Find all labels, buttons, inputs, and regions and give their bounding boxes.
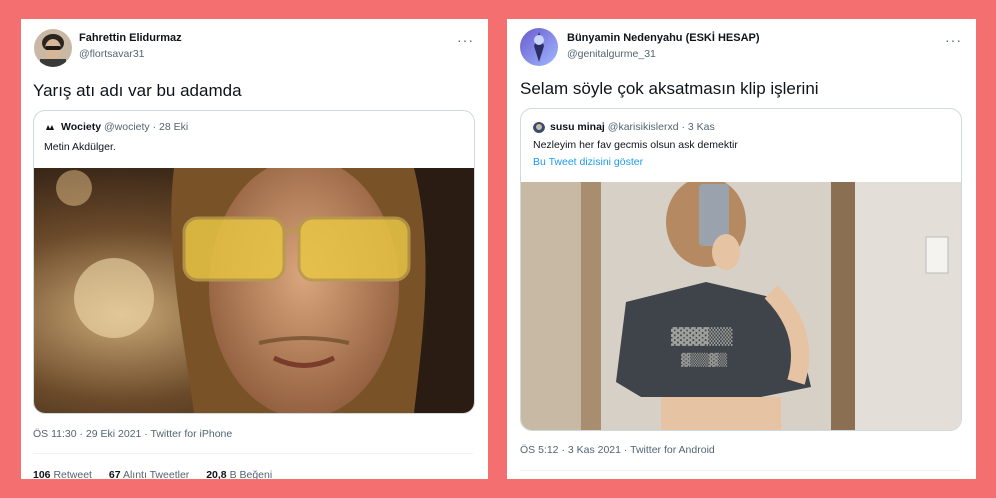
show-thread-link[interactable]: Bu Tweet dizisini göster (533, 156, 643, 168)
tweet-card-left: Fahrettin Elidurmaz @flortsavar31 ··· Ya… (21, 19, 488, 479)
quoted-header: Wociety @wociety · 28 Eki (61, 121, 188, 133)
more-options-icon[interactable]: ··· (457, 33, 474, 47)
engagement-stats: 106 Retweet 67 Alıntı Tweetler 20,8 B Be… (33, 469, 286, 479)
author-avatar[interactable] (34, 29, 72, 67)
author-avatar[interactable] (520, 28, 558, 66)
tweet-timestamp[interactable]: ÖS 11:30 · 29 Eki 2021 · Twitter for iPh… (33, 428, 232, 440)
quoted-media-image[interactable]: ▓▓▓▒▒ ▓▒▒▓▒ (521, 182, 961, 430)
author-handle[interactable]: @genitalgurme_31 (567, 48, 656, 60)
divider (33, 453, 473, 454)
more-options-icon[interactable]: ··· (945, 33, 962, 47)
divider (520, 470, 960, 471)
tweet-text: Yarış atı adı var bu adamda (33, 81, 242, 100)
quote-tweets-count[interactable]: 67 Alıntı Tweetler (109, 469, 189, 479)
likes-count[interactable]: 20,8 B Beğeni (206, 469, 272, 479)
quoted-author-avatar (44, 121, 56, 133)
svg-text:▓▒▒▓▒: ▓▒▒▓▒ (681, 352, 728, 367)
author-name[interactable]: Bünyamin Nedenyahu (ESKİ HESAP) (567, 32, 760, 44)
tweet-card-right: Bünyamin Nedenyahu (ESKİ HESAP) @genital… (507, 19, 976, 479)
quoted-date: 3 Kas (687, 121, 715, 133)
quoted-author-handle: @wociety (104, 121, 150, 133)
quoted-date: 28 Eki (159, 121, 189, 133)
quoted-header: susu minaj @karisikislerxd · 3 Kas (550, 121, 715, 133)
quoted-separator: · (152, 121, 157, 133)
quoted-author-name: Wociety (61, 121, 102, 133)
quoted-tweet[interactable]: susu minaj @karisikislerxd · 3 Kas Nezle… (520, 108, 962, 431)
quoted-text: Metin Akdülger. (44, 141, 116, 153)
author-name[interactable]: Fahrettin Elidurmaz (79, 32, 182, 44)
quoted-media-image[interactable] (34, 168, 474, 413)
retweet-count[interactable]: 106 Retweet (33, 469, 92, 479)
tweet-text: Selam söyle çok aksatmasın klip işlerini (520, 79, 819, 98)
quoted-separator: · (681, 121, 685, 133)
quoted-author-avatar (533, 121, 545, 133)
quoted-author-handle: @karisikislerxd (607, 121, 679, 133)
svg-text:▓▓▓▒▒: ▓▓▓▒▒ (671, 327, 733, 346)
author-handle[interactable]: @flortsavar31 (79, 48, 145, 60)
quoted-text: Nezleyim her fav gecmis olsun ask demekt… (533, 139, 738, 151)
tweet-timestamp[interactable]: ÖS 5:12 · 3 Kas 2021 · Twitter for Andro… (520, 444, 715, 456)
quoted-author-name: susu minaj (550, 121, 605, 133)
quoted-tweet[interactable]: Wociety @wociety · 28 Eki Metin Akdülger… (33, 110, 475, 414)
